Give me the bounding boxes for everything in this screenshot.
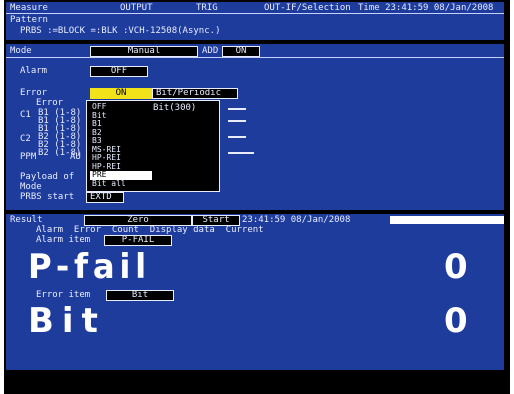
c1-field-2[interactable] [228,120,246,122]
alarm-error-line: Alarm Error Count Display data Current [36,225,264,235]
menu-trig[interactable]: TRIG [196,3,218,13]
sub-measure-value: 0 [444,301,468,341]
ppm-au-label: AU [70,152,81,162]
add-field[interactable]: ON [222,46,260,57]
alarm-label: Alarm [20,66,48,76]
pattern-value: PRBS :=BLOCK =:BLK :VCH-12508(Async.) [20,26,221,36]
result-panel: Result Zero Start 23:41:59 08/Jan/2008 A… [6,214,504,370]
c1-field-1[interactable] [228,108,246,110]
dropdown-item[interactable]: B2 [90,128,216,138]
c2-label: C2 [20,134,31,144]
instrument-screen: Measure OUTPUT TRIG OUT-IF/Selection Tim… [4,0,510,394]
c1-label: C1 [20,110,31,120]
error-item-field[interactable]: Bit [106,290,174,301]
error-detail-field[interactable]: Bit/Periodic [152,88,238,99]
dropdown-list: OFF Bit B1 B2 B3 MS-REI HP-REI HP-REI PRE Bit all [90,102,216,189]
clock-text: Time 23:41:59 08/Jan/2008 [358,3,494,13]
pattern-label: Pattern [10,15,48,25]
ppm-label: PPM [20,152,37,162]
payload-label: Payload of [20,172,75,182]
alarm-item-field[interactable]: P-FAIL [104,235,172,246]
sub-measure-label: Bit [28,301,106,341]
error-sub-label: Error [36,98,64,108]
dropdown-item[interactable]: Bit all [90,179,216,189]
ppm-field[interactable] [228,152,254,154]
error-item-dropdown[interactable]: OFF Bit B1 B2 B3 MS-REI HP-REI HP-REI PRE Bit all… [86,100,220,192]
mode-field[interactable]: Manual [90,46,198,57]
result-header-bar [390,216,504,224]
dropdown-item[interactable]: HP-REI [90,162,216,172]
dropdown-item-bit-right: Bit(300) [153,103,197,113]
alarm-item-label: Alarm item [36,235,91,245]
menu-measure[interactable]: Measure [10,3,48,13]
mode-label: Mode [10,46,32,56]
error-label: Error [20,88,48,98]
add-label: ADD [202,46,219,56]
dropdown-item[interactable]: B1 [90,119,216,129]
header-panel: Measure OUTPUT TRIG OUT-IF/Selection Tim… [6,2,504,40]
error-item-label: Error item [36,290,91,300]
error-field[interactable]: ON [90,88,152,99]
setup-divider [6,57,504,58]
prbs-start-field[interactable]: EXTD [86,192,124,203]
c2-field-1[interactable] [228,136,246,138]
main-measure-value: 0 [444,247,468,287]
setup-panel: Mode Manual ADD ON Alarm OFF Error ON Bi… [6,44,504,210]
menu-output[interactable]: OUTPUT [120,3,153,13]
result-label: Result [10,215,43,225]
alarm-field[interactable]: OFF [90,66,148,77]
main-measure-label: P-fail [28,247,152,287]
prbs-start-label: PRBS start [20,192,75,202]
menu-out-if[interactable]: OUT-IF/Selection [264,3,351,13]
start-time: 23:41:59 08/Jan/2008 [242,215,351,225]
header-divider [6,13,504,14]
payload-mode-label: Mode [20,182,42,192]
